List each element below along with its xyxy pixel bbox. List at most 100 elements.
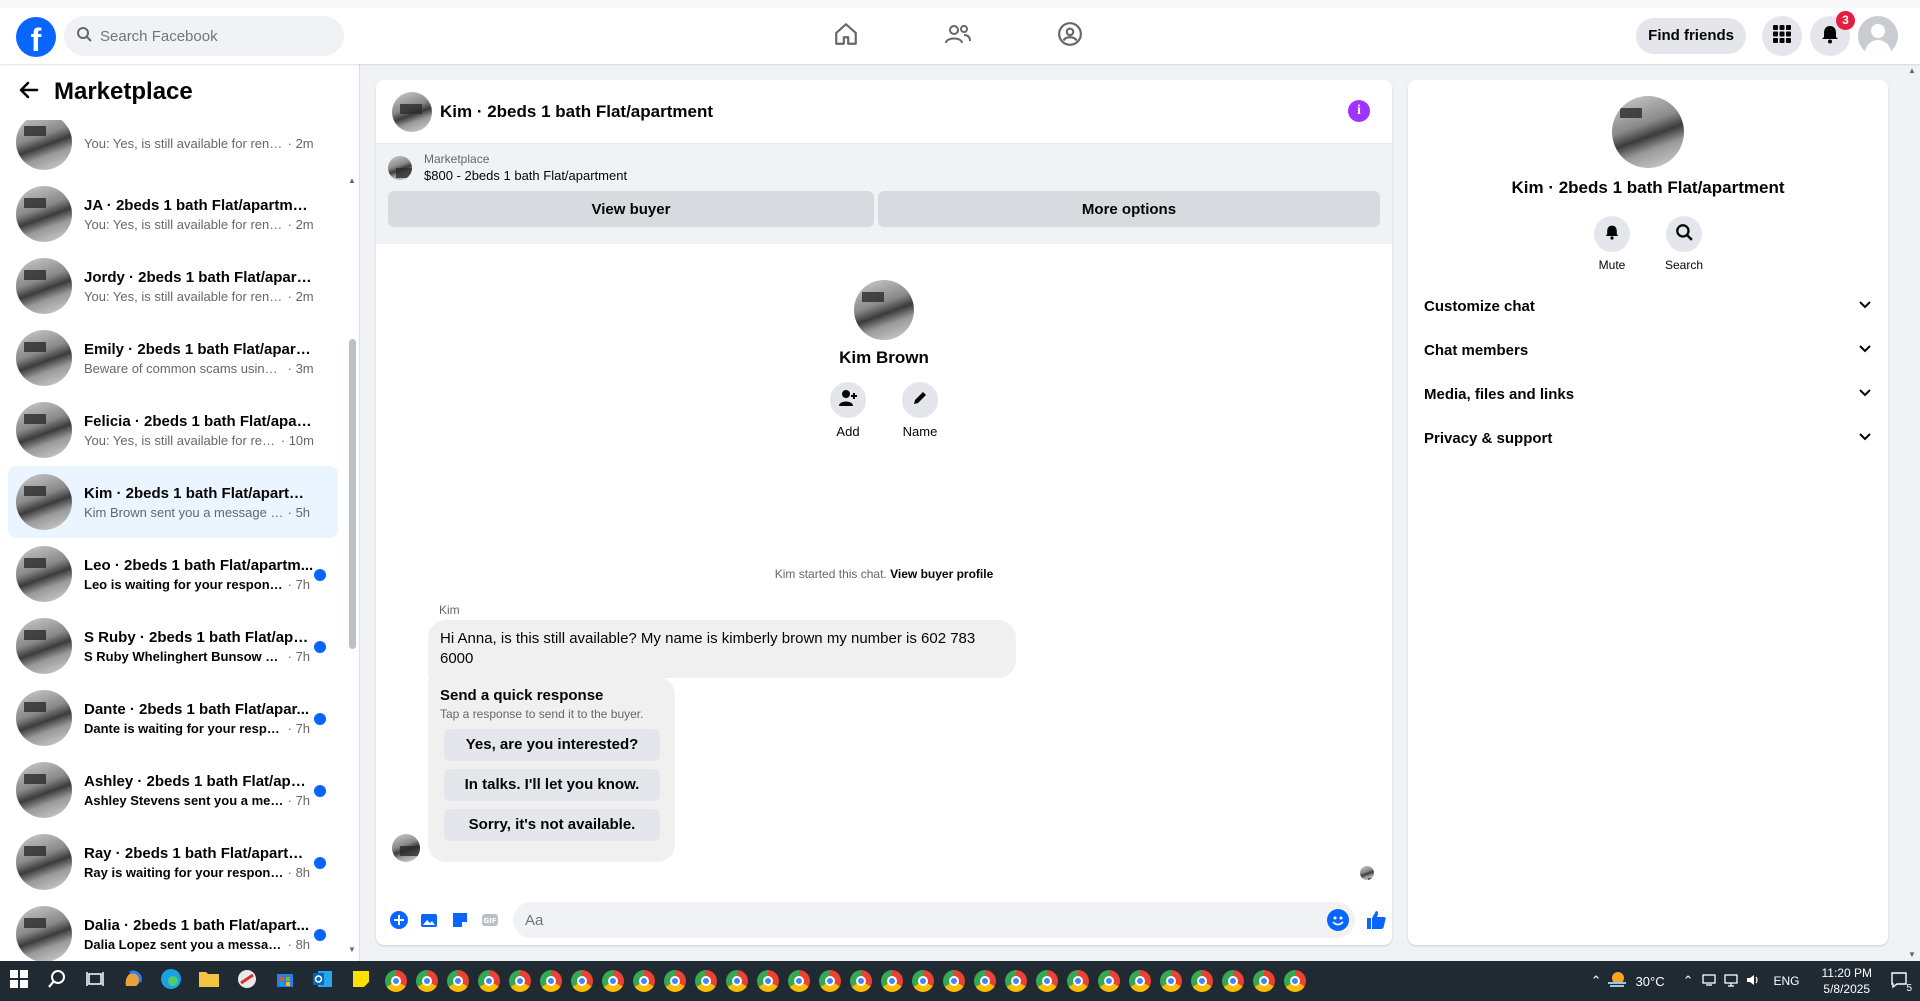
quick-reply-yes[interactable]: Yes, are you interested? <box>444 729 660 761</box>
taskbar-app-copilot[interactable] <box>114 961 152 1001</box>
scroll-down-icon[interactable]: ▼ <box>1908 950 1916 959</box>
taskbar-app-chrome[interactable] <box>1093 961 1124 1001</box>
conversation-item[interactable]: Felicia · 2beds 1 bath Flat/apart... You:… <box>8 394 338 466</box>
taskbar-app-chrome[interactable] <box>659 961 690 1001</box>
taskbar-app-chrome[interactable] <box>814 961 845 1001</box>
taskbar-app-chrome[interactable] <box>411 961 442 1001</box>
conversation-item[interactable]: Emily · 2beds 1 bath Flat/apartm... Bewar… <box>8 322 338 394</box>
sticker-icon[interactable] <box>450 909 470 931</box>
listing-title[interactable]: $800 - 2beds 1 bath Flat/apartment <box>424 168 627 183</box>
groups-tab[interactable] <box>1014 12 1126 60</box>
taskbar-app-chrome[interactable] <box>628 961 659 1001</box>
taskbar-app-chrome[interactable] <box>845 961 876 1001</box>
conversation-item[interactable]: Kim · 2beds 1 bath Flat/apartment Kim Bro… <box>8 466 338 538</box>
scroll-down-icon[interactable]: ▼ <box>348 945 356 954</box>
taskbar-app-chrome[interactable] <box>783 961 814 1001</box>
sender-avatar[interactable] <box>392 834 420 862</box>
volume-icon[interactable] <box>1746 973 1760 990</box>
taskbar-app-chrome[interactable] <box>721 961 752 1001</box>
media-files-links-section[interactable]: Media, files and links <box>1408 372 1888 416</box>
search-input[interactable] <box>100 27 320 45</box>
find-friends-button[interactable]: Find friends <box>1636 18 1746 54</box>
info-icon[interactable]: i <box>1348 100 1370 122</box>
taskbar-app-chrome[interactable] <box>1031 961 1062 1001</box>
quick-reply-in-talks[interactable]: In talks. I'll let you know. <box>444 769 660 801</box>
facebook-logo[interactable]: f <box>16 17 56 57</box>
listing-thumbnail[interactable] <box>388 155 412 180</box>
clock[interactable]: 11:20 PM 5/8/2025 <box>1822 965 1872 997</box>
taskbar-app-outlook[interactable] <box>304 961 342 1001</box>
details-avatar[interactable] <box>1612 96 1684 168</box>
taskbar-app-chrome[interactable] <box>1000 961 1031 1001</box>
home-tab[interactable] <box>790 12 902 60</box>
account-avatar[interactable] <box>1858 16 1898 56</box>
taskbar-app-chrome[interactable] <box>876 961 907 1001</box>
taskbar-app-chrome[interactable] <box>473 961 504 1001</box>
taskbar-app-chrome[interactable] <box>690 961 721 1001</box>
add-contact-button[interactable]: Add <box>812 382 884 439</box>
taskbar-app-chrome[interactable] <box>380 961 411 1001</box>
photo-icon[interactable] <box>419 909 439 931</box>
taskbar-app-chrome[interactable] <box>1248 961 1279 1001</box>
weather-widget[interactable]: 30°C <box>1606 970 1665 993</box>
language-indicator[interactable]: ENG <box>1774 974 1800 988</box>
message-input-wrapper[interactable] <box>513 902 1355 938</box>
taskbar-app-chrome[interactable] <box>535 961 566 1001</box>
conversation-item[interactable]: Jordy · 2beds 1 bath Flat/apartm... You: … <box>8 250 338 322</box>
edit-name-button[interactable]: Name <box>884 382 956 439</box>
taskbar-app-chrome[interactable] <box>442 961 473 1001</box>
search-box[interactable] <box>64 16 344 56</box>
quick-reply-not-available[interactable]: Sorry, it's not available. <box>444 809 660 841</box>
sidebar-scrollbar[interactable]: ▲ ▼ <box>347 124 357 954</box>
mute-button[interactable]: Mute <box>1576 216 1648 272</box>
notification-center-icon[interactable]: 5 <box>1890 971 1912 994</box>
back-arrow-icon[interactable] <box>18 79 40 105</box>
taskbar-app-chrome[interactable] <box>907 961 938 1001</box>
display-icon[interactable] <box>1723 973 1738 990</box>
taskbar-search[interactable] <box>38 961 76 1001</box>
taskbar-app-chrome[interactable] <box>1062 961 1093 1001</box>
chat-members-section[interactable]: Chat members <box>1408 328 1888 372</box>
task-view-button[interactable] <box>76 961 114 1001</box>
conversation-item[interactable]: Ashley · 2beds 1 bath Flat/apar... Ashley… <box>8 754 338 826</box>
taskbar-app-chrome[interactable] <box>752 961 783 1001</box>
friends-tab[interactable] <box>902 12 1014 60</box>
thumbs-up-icon[interactable] <box>1365 909 1387 931</box>
gif-icon[interactable]: GIF <box>480 909 500 931</box>
more-options-button[interactable]: More options <box>878 191 1380 227</box>
taskbar-app-chrome[interactable] <box>504 961 535 1001</box>
taskbar-app-chrome[interactable] <box>1186 961 1217 1001</box>
taskbar-app-chrome[interactable] <box>938 961 969 1001</box>
customize-chat-section[interactable]: Customize chat <box>1408 284 1888 328</box>
taskbar-app-chrome[interactable] <box>597 961 628 1001</box>
plus-circle-icon[interactable] <box>389 909 409 931</box>
scroll-up-icon[interactable]: ▲ <box>1908 66 1916 75</box>
conversation-item[interactable]: Dante · 2beds 1 bath Flat/apar... Dante i… <box>8 682 338 754</box>
taskbar-app-chrome[interactable] <box>969 961 1000 1001</box>
conversation-item[interactable]: Ray · 2beds 1 bath Flat/apartm... Ray is … <box>8 826 338 898</box>
conversation-item[interactable]: JA · 2beds 1 bath Flat/apartment You: Yes… <box>8 178 338 250</box>
taskbar-app-edge[interactable] <box>152 961 190 1001</box>
taskbar-app-snipping[interactable] <box>228 961 266 1001</box>
contact-avatar[interactable] <box>854 280 914 340</box>
tray-chevron-icon[interactable]: ⌃ <box>1591 973 1602 989</box>
search-in-chat-button[interactable]: Search <box>1648 216 1720 272</box>
privacy-support-section[interactable]: Privacy & support <box>1408 416 1888 460</box>
taskbar-app-store[interactable] <box>266 961 304 1001</box>
message-bubble[interactable]: Hi Anna, is this still available? My nam… <box>428 620 1016 678</box>
view-buyer-profile-link[interactable]: View buyer profile <box>890 567 993 581</box>
taskbar-app-sticky-notes[interactable] <box>342 961 380 1001</box>
taskbar-app-chrome[interactable] <box>1124 961 1155 1001</box>
taskbar-app-chrome[interactable] <box>1155 961 1186 1001</box>
view-buyer-button[interactable]: View buyer <box>388 191 874 227</box>
scroll-up-icon[interactable]: ▲ <box>348 176 356 185</box>
conversation-item[interactable]: Leo · 2beds 1 bath Flat/apartm... Leo is … <box>8 538 338 610</box>
message-input[interactable] <box>525 911 1305 929</box>
network-icon[interactable] <box>1701 973 1716 990</box>
taskbar-app-chrome[interactable] <box>566 961 597 1001</box>
notifications-button[interactable]: 3 <box>1810 11 1855 56</box>
taskbar-app-file-explorer[interactable] <box>190 961 228 1001</box>
menu-button[interactable] <box>1762 16 1802 56</box>
taskbar-app-chrome[interactable] <box>1279 961 1310 1001</box>
chevron-up-icon[interactable]: ⌃ <box>1683 973 1694 989</box>
